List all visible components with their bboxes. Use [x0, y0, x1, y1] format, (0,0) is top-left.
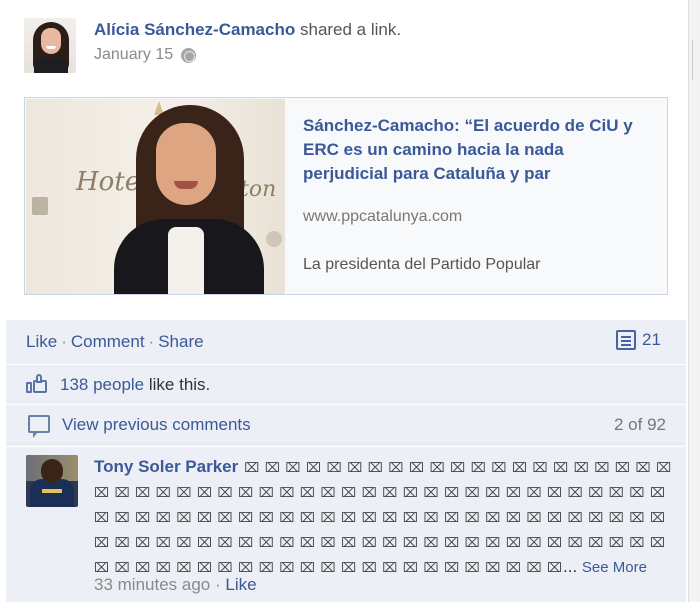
commenter-name-link[interactable]: Tony Soler Parker: [94, 457, 238, 476]
comments-pagination: 2 of 92: [614, 415, 666, 434]
thumbnail-logo-right: [266, 231, 282, 247]
commenter-avatar[interactable]: [26, 455, 78, 507]
author-line: Alícia Sánchez-Camacho shared a link.: [94, 20, 401, 40]
action-links: Like · Comment · Share: [26, 332, 204, 352]
avatar-clothing: [34, 58, 68, 73]
page-scroll-edge: [688, 0, 700, 602]
thumbs-up-icon: [26, 374, 48, 394]
likes-suffix: like this.: [144, 375, 211, 394]
likes-count-link[interactable]: 138 people: [60, 375, 144, 394]
actions-row: Like · Comment · Share 21: [6, 320, 686, 362]
post-date-link[interactable]: January 15: [94, 46, 173, 64]
view-previous-comments-link[interactable]: View previous comments: [62, 415, 251, 435]
comment-body: Tony Soler Parker ⌧ ⌧ ⌧ ⌧ ⌧ ⌧ ⌧ ⌧ ⌧ ⌧ ⌧ ⌧…: [94, 455, 674, 580]
thumbnail-person-face: [156, 123, 216, 205]
like-link[interactable]: Like: [26, 332, 57, 351]
comment-count-value: 21: [642, 330, 661, 349]
share-link[interactable]: Share: [158, 332, 203, 351]
link-title[interactable]: Sánchez-Camacho: “El acuerdo de CiU y ER…: [303, 114, 653, 186]
action-separator: ·: [61, 332, 67, 351]
comment-count-link[interactable]: 21: [616, 330, 661, 350]
shared-link-card[interactable]: Hotel ton Sánchez-Camacho: “El acuerdo d…: [24, 97, 668, 295]
comments-icon: [616, 330, 636, 350]
shared-action-text: shared a link.: [299, 20, 402, 39]
commenter-avatar-head: [41, 459, 63, 483]
comment-text: ⌧ ⌧ ⌧ ⌧ ⌧ ⌧ ⌧ ⌧ ⌧ ⌧ ⌧ ⌧ ⌧ ⌧ ⌧ ⌧ ⌧ ⌧ ⌧ ⌧ …: [94, 460, 673, 575]
feed-story: Alícia Sánchez-Camacho shared a link. Ja…: [0, 0, 688, 602]
likes-row: 138 people like this.: [6, 364, 686, 402]
comment-bubble-icon: [28, 415, 50, 438]
comment-item: Tony Soler Parker ⌧ ⌧ ⌧ ⌧ ⌧ ⌧ ⌧ ⌧ ⌧ ⌧ ⌧ ⌧…: [6, 446, 686, 602]
post-meta: January 15: [94, 46, 197, 64]
author-name-link[interactable]: Alícia Sánchez-Camacho: [94, 20, 295, 39]
story-header: Alícia Sánchez-Camacho shared a link. Ja…: [24, 14, 644, 74]
thumbnail-logo-left: [32, 197, 48, 215]
see-more-link[interactable]: See More: [582, 559, 647, 576]
author-avatar[interactable]: [24, 18, 76, 73]
globe-icon[interactable]: [181, 47, 197, 63]
comment-like-link[interactable]: Like: [225, 575, 256, 594]
commenter-avatar-body: [30, 479, 74, 507]
avatar-face: [41, 28, 61, 54]
comment-meta: 33 minutes ago · Like: [94, 575, 257, 595]
thumbnail-person-shirt: [168, 227, 204, 294]
likes-summary: 138 people like this.: [60, 375, 210, 395]
link-thumbnail[interactable]: Hotel ton: [26, 99, 285, 294]
action-separator: ·: [148, 332, 155, 351]
thumbs-up-finger: [36, 374, 42, 383]
comment-link[interactable]: Comment: [71, 332, 145, 351]
commenter-avatar-stripe: [42, 489, 62, 493]
thumbnail-backdrop-text-2: ton: [240, 177, 277, 202]
comment-meta-separator: ·: [210, 575, 226, 594]
comment-timestamp[interactable]: 33 minutes ago: [94, 575, 210, 594]
thumbs-up-cuff: [26, 382, 32, 393]
link-description: La presidenta del Partido Popular: [303, 256, 541, 273]
view-previous-row: View previous comments 2 of 92: [6, 404, 686, 444]
avatar-smile: [46, 46, 56, 49]
feedback-section: Like · Comment · Share 21 138 people like th…: [6, 320, 686, 602]
comment-ellipsis: ...: [563, 557, 582, 576]
link-domain: www.ppcatalunya.com: [303, 208, 463, 225]
